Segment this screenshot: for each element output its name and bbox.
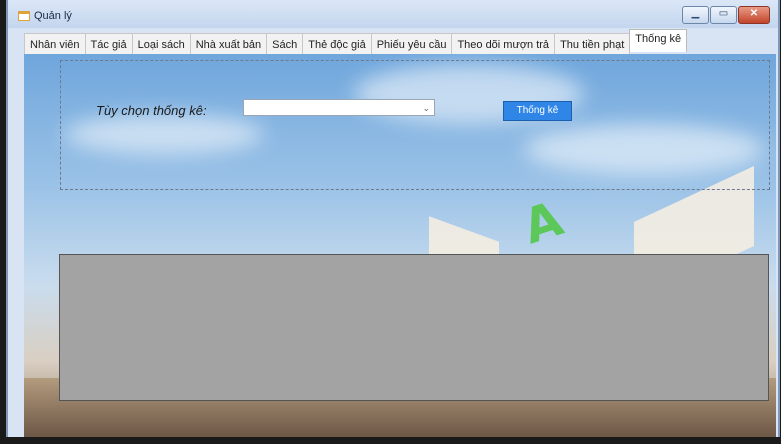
stats-datagrid[interactable]: [59, 254, 769, 401]
options-group: Tùy chọn thống kê: ⌄ Thống kê: [60, 60, 770, 190]
close-button[interactable]: ✕: [738, 6, 770, 24]
window-title: Quản lý: [34, 10, 72, 22]
tab-nhan-vien[interactable]: Nhân viên: [24, 33, 86, 54]
tab-the-doc-gia[interactable]: Thẻ độc giả: [302, 33, 372, 54]
minimize-icon: ▁: [691, 8, 700, 19]
tab-theo-doi-muon-tra[interactable]: Theo dõi mượn trả: [451, 33, 556, 54]
stats-option-label: Tùy chọn thống kê:: [96, 103, 207, 118]
close-icon: ✕: [749, 8, 759, 19]
app-form-icon: [18, 11, 30, 21]
tab-loai-sach[interactable]: Loại sách: [131, 33, 191, 54]
stats-option-combobox[interactable]: ⌄: [243, 99, 435, 116]
title-bar[interactable]: Quản lý ▁ ▭ ✕: [8, 0, 778, 28]
tab-strip: Nhân viên Tác giả Loại sách Nhà xuất bản…: [24, 29, 688, 54]
main-form: Quản lý ▁ ▭ ✕ Nhân viên Tác giả Loại sác…: [6, 0, 780, 444]
background-letter-graphic: A: [516, 190, 570, 256]
tab-thu-tien-phat[interactable]: Thu tiền phạt: [554, 33, 631, 54]
tab-phieu-yeu-cau[interactable]: Phiếu yêu cầu: [370, 33, 453, 54]
maximize-icon: ▭: [718, 8, 729, 19]
tab-tac-gia[interactable]: Tác giả: [84, 33, 133, 54]
minimize-button[interactable]: ▁: [682, 6, 709, 24]
tab-sach[interactable]: Sách: [266, 33, 304, 54]
tab-page-thong-ke: A Tùy chọn thống kê: ⌄ Thống kê: [24, 54, 776, 438]
chevron-down-icon[interactable]: ⌄: [422, 101, 430, 115]
designer-bottom-bar: [0, 437, 781, 444]
stats-button[interactable]: Thống kê: [503, 101, 572, 121]
maximize-button[interactable]: ▭: [710, 6, 737, 24]
tab-thong-ke[interactable]: Thống kê: [629, 29, 688, 52]
tab-nha-xuat-ban[interactable]: Nhà xuất bản: [189, 33, 268, 54]
